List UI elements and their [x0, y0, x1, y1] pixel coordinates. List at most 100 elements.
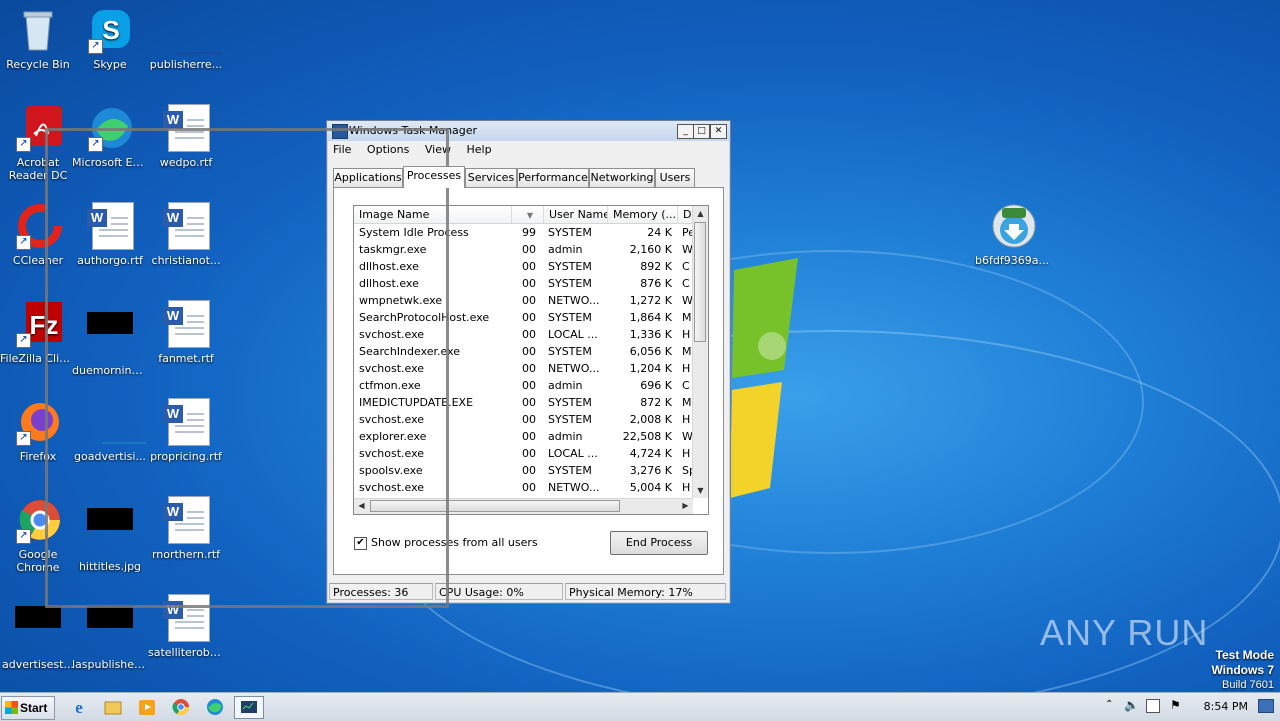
desktop-icon-label: laspublished... — [72, 658, 148, 671]
desktop-icon-hittitles[interactable]: hittitles.jpg — [72, 496, 148, 573]
desktop-icon-fanmet[interactable]: W fanmet.rtf — [148, 300, 224, 365]
desktop-icon-edge[interactable]: ↗ Microsoft Edge — [72, 104, 148, 169]
internet-explorer-icon[interactable]: e — [68, 697, 90, 717]
title-bar[interactable]: Windows Task Manager _ □ ✕ — [327, 121, 730, 141]
table-row[interactable]: taskmgr.exe 00 admin 2,160 KW — [354, 241, 694, 258]
table-row[interactable]: dllhost.exe 00 SYSTEM 892 KC — [354, 258, 694, 275]
column-image-name[interactable]: Image Name — [354, 206, 512, 223]
tab-users[interactable]: Users — [655, 168, 695, 187]
desktop-icon-propricing[interactable]: W propricing.rtf — [148, 398, 224, 463]
table-row[interactable]: ctfmon.exe 00 admin 696 KC — [354, 377, 694, 394]
tab-processes[interactable]: Processes — [403, 166, 465, 188]
tab-networking[interactable]: Networking — [589, 168, 655, 187]
desktop-icon-publisherre[interactable]: publisherre... — [148, 6, 224, 71]
show-all-users-checkbox[interactable]: ✔ — [354, 537, 367, 550]
desktop-icon-skype[interactable]: S ↗ Skype — [72, 6, 148, 71]
column-user-name[interactable]: User Name — [544, 206, 608, 223]
desktop-icon-recycle-bin[interactable]: Recycle Bin — [0, 6, 76, 71]
table-row[interactable]: svchost.exe 00 NETWO... 5,004 KH — [354, 479, 694, 496]
action-center-flag-icon[interactable]: ⚑ — [1170, 698, 1181, 712]
menu-help[interactable]: Help — [466, 141, 491, 159]
explorer-folder-icon[interactable] — [102, 697, 124, 717]
tab-applications[interactable]: Applications — [333, 168, 403, 187]
menu-options[interactable]: Options — [367, 141, 409, 159]
tab-performance[interactable]: Performance — [517, 168, 589, 187]
process-cpu: 00 — [522, 260, 536, 273]
menu-view[interactable]: View — [425, 141, 451, 159]
table-row[interactable]: wmpnetwk.exe 00 NETWO... 1,272 KW — [354, 292, 694, 309]
column-cpu-sort[interactable]: ▼ — [512, 206, 544, 223]
scroll-up-icon[interactable]: ▲ — [694, 207, 707, 220]
scroll-thumb[interactable] — [694, 222, 706, 342]
desktop-icon-ccleaner[interactable]: ↗ CCleaner — [0, 202, 76, 267]
word-document-icon: W — [162, 496, 210, 544]
table-row[interactable]: svchost.exe 00 LOCAL ... 1,336 KH — [354, 326, 694, 343]
desktop-icon-duemorning[interactable]: duemorning.... — [72, 300, 148, 377]
table-row[interactable]: IMEDICTUPDATE.EXE 00 SYSTEM 872 KM — [354, 394, 694, 411]
network-icon[interactable] — [1146, 699, 1160, 713]
shortcut-arrow-icon: ↗ — [16, 333, 31, 348]
desktop-icon-wedpo[interactable]: W wedpo.rtf — [148, 104, 224, 169]
process-name: svchost.exe — [359, 481, 425, 494]
desktop-icon-b6fdf9369a[interactable]: b6fdf9369a... — [972, 202, 1052, 267]
desktop-icon-authorgo[interactable]: W authorgo.rtf — [72, 202, 148, 267]
list-header: Image Name ▼ User Name Memory (... D — [354, 206, 694, 224]
scroll-right-icon[interactable]: ▶ — [679, 499, 692, 512]
desktop-icon-acrobat[interactable]: ↗ Acrobat Reader DC — [0, 104, 76, 182]
scroll-left-icon[interactable]: ◀ — [355, 499, 368, 512]
desktop-icon-rnorthern[interactable]: W rnorthern.rtf — [148, 496, 224, 561]
desktop-icon-advertisest[interactable]: advertisest... — [0, 594, 76, 671]
volume-icon[interactable]: 🔈 — [1124, 698, 1139, 712]
desktop-icon-satelliterobe[interactable]: W satelliterobe... — [148, 594, 224, 659]
process-list[interactable]: Image Name ▼ User Name Memory (... D Sys… — [353, 205, 709, 515]
desktop-icon-chrome[interactable]: ↗ Google Chrome — [0, 496, 76, 574]
process-name: SearchProtocolHost.exe — [359, 311, 490, 324]
horizontal-scrollbar[interactable]: ◀ ▶ — [354, 498, 693, 514]
desktop-icon-firefox[interactable]: ↗ Firefox — [0, 398, 76, 463]
desktop-icon-label: satelliterobe... — [148, 646, 224, 659]
show-desktop-button[interactable] — [1258, 699, 1274, 713]
task-manager-icon[interactable] — [234, 696, 264, 719]
column-memory[interactable]: Memory (... — [608, 206, 678, 223]
table-row[interactable]: spoolsv.exe00SYSTEM3,276 KSp — [354, 462, 694, 479]
table-row[interactable]: explorer.exe 00 admin 22,508 KW — [354, 428, 694, 445]
minimize-button[interactable]: _ — [677, 124, 694, 139]
table-row[interactable]: System Idle Process 99 SYSTEM 24 K Pe — [354, 224, 694, 241]
firefox-icon: ↗ — [14, 398, 62, 446]
desktop-icon-christianot[interactable]: W christianot... — [148, 202, 224, 267]
desktop-icon-goadvertisi[interactable]: goadvertisi... — [72, 398, 148, 463]
scroll-thumb[interactable] — [370, 500, 620, 512]
process-cpu: 00 — [522, 464, 536, 477]
task-manager-window[interactable]: Windows Task Manager _ □ ✕ File Options … — [326, 120, 731, 604]
table-row[interactable]: svchost.exe 00 NETWO... 1,204 KH — [354, 360, 694, 377]
desktop-icon-label: CCleaner — [12, 254, 64, 267]
desktop-icon-label: advertisest... — [2, 658, 74, 671]
clock[interactable]: 8:54 PM — [1204, 700, 1248, 713]
maximize-button[interactable]: □ — [693, 124, 710, 139]
show-hidden-icons-icon[interactable]: ⌃ — [1105, 699, 1113, 710]
table-row[interactable]: svchost.exe 00 SYSTEM 2,008 KH — [354, 411, 694, 428]
start-button[interactable]: Start — [1, 696, 55, 720]
end-process-button[interactable]: End Process — [610, 531, 708, 555]
edge-icon[interactable] — [204, 697, 226, 717]
tab-services[interactable]: Services — [465, 168, 517, 187]
media-player-icon[interactable] — [136, 697, 158, 717]
vertical-scrollbar[interactable]: ▲ ▼ — [692, 206, 708, 498]
desktop-icon-label: Microsoft Edge — [72, 156, 148, 169]
windows-flag-icon — [5, 701, 18, 714]
close-button[interactable]: ✕ — [710, 124, 727, 139]
desktop-icon-filezilla[interactable]: Fz ↗ FileZilla Client — [0, 300, 76, 365]
desktop-icon-laspublished[interactable]: laspublished... — [72, 594, 148, 671]
table-row[interactable]: dllhost.exe 00 SYSTEM 876 KC — [354, 275, 694, 292]
table-row[interactable]: SearchIndexer.exe 00 SYSTEM 6,056 KM — [354, 343, 694, 360]
chrome-icon[interactable] — [170, 697, 192, 717]
table-row[interactable]: SearchProtocolHost.exe 00 SYSTEM 1,864 KM — [354, 309, 694, 326]
menu-file[interactable]: File — [333, 141, 351, 159]
process-name: svchost.exe — [359, 413, 425, 426]
show-all-users-label[interactable]: Show processes from all users — [371, 536, 538, 549]
table-row[interactable]: svchost.exe 00 LOCAL ... 4,724 KH — [354, 445, 694, 462]
process-user: SYSTEM — [548, 260, 592, 273]
scroll-down-icon[interactable]: ▼ — [694, 484, 707, 497]
shortcut-arrow-icon: ↗ — [16, 137, 31, 152]
process-name: svchost.exe — [359, 362, 425, 375]
